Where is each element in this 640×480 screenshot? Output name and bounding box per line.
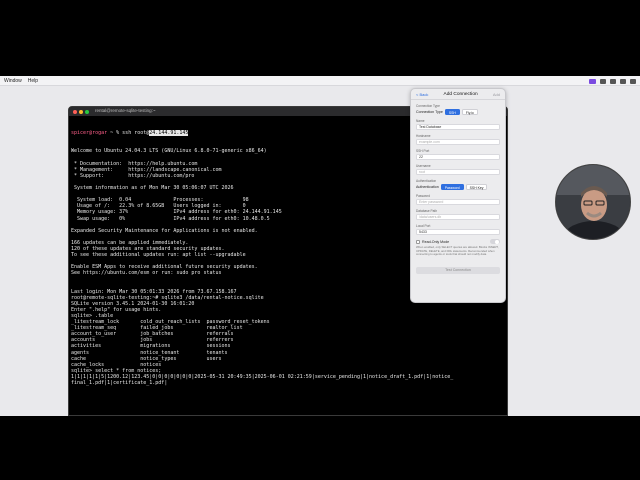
search-icon[interactable] — [620, 78, 626, 84]
zoom-icon[interactable] — [85, 109, 89, 114]
username-label: Username — [416, 164, 431, 168]
close-icon[interactable] — [73, 109, 77, 114]
ssh-port-label: SSH Port — [416, 149, 430, 153]
connection-type-label: Connection Type — [416, 104, 440, 108]
add-button[interactable]: Add — [493, 92, 500, 97]
authentication-row: Authentication Password SSH Key — [416, 184, 500, 190]
menu-item-help[interactable]: Help — [28, 78, 38, 84]
connection-type-row: Connection Type SSH Fly.io — [416, 109, 500, 115]
password-field[interactable]: Enter password — [416, 199, 500, 205]
local-port-label: Local Port — [416, 224, 431, 228]
webcam-overlay — [555, 164, 631, 240]
database-path-field[interactable]: /data/users.db — [416, 214, 500, 220]
minimize-icon[interactable] — [79, 109, 83, 114]
menu-item-window[interactable]: Window — [4, 78, 22, 84]
menu-bar: Window Help — [0, 76, 640, 86]
app-status-icon[interactable] — [589, 78, 596, 84]
prompt-command: ~ % ssh root@ — [107, 130, 150, 137]
ssh-option[interactable]: SSH — [444, 109, 460, 115]
back-button[interactable]: < Back — [416, 92, 428, 97]
ssh-port-field[interactable]: 22 — [416, 154, 500, 160]
read-only-note: When enabled, only SELECT queries are al… — [416, 245, 499, 257]
hostname-label: Hostname — [416, 134, 431, 138]
selected-host: 24.144.91.145 — [149, 130, 189, 137]
menu-bar-status — [589, 76, 636, 86]
database-path-label: Database Path — [416, 209, 438, 213]
terminal-line: final_1.pdf|1|certificate_1.pdf| — [71, 380, 168, 387]
prompt-user: spicer@rogar — [71, 130, 108, 137]
flyio-option[interactable]: Fly.io — [461, 109, 478, 115]
authentication-text: Authentication — [416, 185, 439, 189]
local-port-field[interactable]: 5433 — [416, 229, 500, 235]
panel-title: Add Connection — [443, 91, 478, 97]
read-only-toggle[interactable] — [490, 239, 500, 244]
password-option[interactable]: Password — [440, 184, 464, 190]
panel-header: < Back Add Connection Add — [411, 89, 505, 100]
presenter-video — [556, 165, 630, 239]
control-center-icon[interactable] — [630, 78, 636, 84]
add-connection-panel: < Back Add Connection Add Connection Typ… — [410, 88, 506, 303]
panel-form: Connection Type Connection Type SSH Fly.… — [411, 104, 505, 257]
name-field[interactable]: Test Database — [416, 124, 500, 130]
password-label: Password — [416, 194, 430, 198]
username-field[interactable]: root — [416, 169, 500, 175]
hostname-field[interactable]: example.com — [416, 139, 500, 145]
authentication-label: Authentication — [416, 179, 437, 183]
terminal-title: rental@remote-sqlite-testing:~ — [95, 108, 156, 113]
ssh-key-option[interactable]: SSH Key — [465, 184, 488, 190]
wifi-icon[interactable] — [610, 78, 616, 84]
desktop-screen: Window Help rental@remote-sqlite-testing… — [0, 76, 640, 416]
test-connection-button[interactable]: Test Connection — [416, 266, 500, 274]
read-only-checkbox[interactable] — [416, 239, 420, 244]
battery-icon[interactable] — [600, 78, 606, 84]
name-label: Name — [416, 119, 425, 123]
connection-type-text: Connection Type — [416, 110, 443, 114]
read-only-row: Read-Only Mode — [416, 239, 500, 244]
read-only-label: Read-Only Mode — [422, 239, 450, 244]
